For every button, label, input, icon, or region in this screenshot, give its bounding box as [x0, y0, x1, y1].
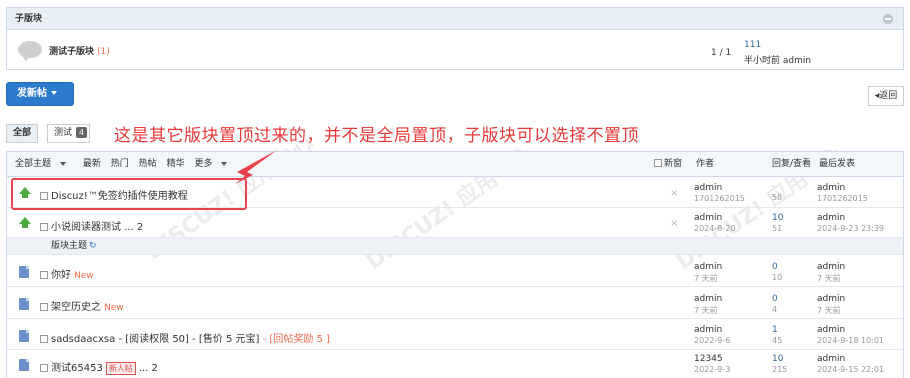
subforum-last-post-link[interactable]: 111: [744, 40, 761, 50]
thread-title[interactable]: 架空历史之 New: [40, 298, 124, 313]
chevron-down-icon: [51, 91, 57, 95]
thread-title[interactable]: 你好 New: [40, 266, 94, 281]
chevron-down-icon: [60, 161, 67, 166]
tab-test-label: 测试: [54, 128, 73, 138]
thread-author[interactable]: admin 1701262015: [694, 183, 745, 203]
checkbox[interactable]: [40, 303, 48, 311]
thread-table-header: 全部主题 最新 热门 热帖 精华 更多 新窗 作者 回复/查看 最后发表: [7, 152, 903, 177]
annotation-highlight-box: [11, 178, 247, 210]
annotation-arrow-icon: [235, 150, 277, 184]
thread-stats: 1 45: [772, 325, 783, 345]
thread-title[interactable]: 测试65453 新人帖... 2: [40, 359, 158, 375]
back-label: 返回: [879, 91, 898, 101]
thread-stats: 10 215: [772, 354, 788, 374]
table-row: 架空历史之 New admin 7 天前 04 admin 7 天前: [7, 288, 903, 319]
thread-stats: 10 51: [772, 213, 784, 233]
subforum-name: 测试子版块: [49, 47, 95, 57]
sticky-arrow-icon: [19, 217, 31, 228]
thread-author[interactable]: 12345 2022-9-3: [694, 354, 730, 374]
column-replies-views[interactable]: 回复/查看: [772, 152, 811, 177]
subforum-last-post-meta: 半小时前 admin: [744, 56, 812, 66]
document-icon: [19, 266, 29, 278]
refresh-icon[interactable]: ↻: [89, 241, 97, 251]
close-icon[interactable]: ×: [670, 188, 678, 199]
filter-all[interactable]: 全部主题: [15, 159, 73, 169]
document-icon: [19, 330, 29, 342]
chevron-down-icon: [221, 161, 228, 166]
filter-hot-post[interactable]: 热帖: [139, 159, 157, 169]
thread-last-post[interactable]: admin 2024-9-23 23:39: [817, 213, 884, 233]
back-button[interactable]: ◂返回: [868, 86, 904, 106]
checkbox[interactable]: [654, 159, 662, 167]
thread-title[interactable]: sadsdaacxsa - [阅读权限 50] - [售价 5 元宝] - [回…: [40, 330, 330, 345]
new-post-button[interactable]: 发新帖: [6, 82, 74, 106]
filter-latest[interactable]: 最新: [83, 159, 101, 169]
filter-digest[interactable]: 精华: [167, 159, 185, 169]
document-icon: [19, 298, 29, 310]
thread-stats: 0 10: [772, 262, 783, 282]
chat-bubble-icon: [18, 41, 42, 61]
thread-title[interactable]: 小说阅读器测试 ... 2: [40, 218, 143, 233]
section-label: 版块主题: [51, 241, 88, 251]
thread-last-post[interactable]: admin 2024-9-15 22:01: [817, 354, 884, 374]
document-icon: [19, 359, 29, 371]
thread-last-post[interactable]: admin 7 天前: [817, 262, 845, 284]
subforum-header-title: 子版块: [15, 14, 43, 24]
subforum-box: 子版块 测试子版块 (1) 1 / 1 111 半小时前 admin: [6, 7, 904, 70]
table-row: sadsdaacxsa - [阅读权限 50] - [售价 5 元宝] - [回…: [7, 320, 903, 350]
filter-hot[interactable]: 热门: [111, 159, 129, 169]
thread-author[interactable]: admin 2024-8-20: [694, 213, 735, 233]
thread-last-post[interactable]: admin 7 天前: [817, 294, 845, 316]
subforum-link[interactable]: 测试子版块 (1): [49, 44, 110, 57]
subforum-header: 子版块: [7, 8, 903, 30]
close-icon[interactable]: ×: [670, 218, 678, 229]
newbie-label-badge: 新人帖: [105, 362, 136, 375]
annotation-text: 这是其它版块置顶过来的，并不是全局置顶，子版块可以选择不置顶: [114, 126, 639, 146]
subforum-count: (1): [97, 47, 110, 57]
thread-stats: 58: [772, 193, 783, 202]
subforum-pages: 1 / 1: [711, 48, 732, 58]
collapse-icon[interactable]: [883, 14, 893, 24]
tab-test-count: 4: [76, 127, 88, 138]
new-post-label: 发新帖: [17, 88, 47, 99]
thread-stats: 04: [772, 294, 778, 314]
checkbox[interactable]: [40, 223, 48, 231]
new-window-toggle[interactable]: 新窗: [654, 152, 682, 177]
table-row: 测试65453 新人帖... 2 12345 2022-9-3 10 215 admi…: [7, 351, 903, 378]
tab-all[interactable]: 全部: [6, 124, 38, 143]
column-last-post[interactable]: 最后发表: [819, 152, 855, 177]
subforum-row: 测试子版块 (1) 1 / 1 111 半小时前 admin: [7, 30, 903, 70]
table-row: 你好 New admin 7 天前 0 10 admin 7 天前: [7, 256, 903, 287]
column-author: 作者: [696, 159, 715, 169]
checkbox[interactable]: [40, 364, 48, 372]
checkbox[interactable]: [40, 271, 48, 279]
filter-more[interactable]: 更多: [194, 159, 234, 169]
thread-last-post[interactable]: admin 1701262015: [817, 183, 868, 203]
checkbox[interactable]: [40, 335, 48, 343]
thread-author[interactable]: admin 7 天前: [694, 294, 722, 316]
thread-filters: 全部主题 最新 热门 热帖 精华 更多: [15, 152, 241, 177]
thread-author[interactable]: admin 7 天前: [694, 262, 722, 284]
tab-test[interactable]: 测试 4: [47, 124, 90, 143]
table-row: 小说阅读器测试 ... 2 × admin 2024-8-20 10 51 admi…: [7, 209, 903, 238]
section-separator: 版块主题 ↻: [7, 238, 903, 255]
thread-author[interactable]: admin 2022-9-6: [694, 325, 730, 345]
thread-last-post[interactable]: admin 2024-9-18 10:01: [817, 325, 884, 345]
